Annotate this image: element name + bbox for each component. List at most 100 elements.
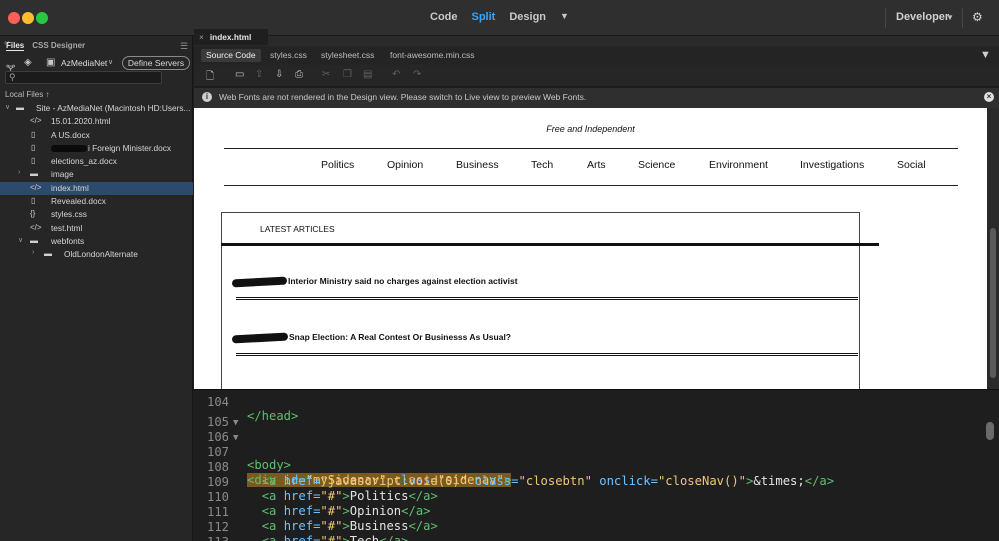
download-icon[interactable]: ⇩ xyxy=(275,69,283,80)
code-line[interactable]: 106 ▼ <body> xyxy=(194,416,999,472)
document-tab[interactable]: × index.html xyxy=(194,29,268,45)
chevron-down-icon[interactable]: ∨ xyxy=(5,103,10,111)
nav-item-science[interactable]: Science xyxy=(638,159,675,171)
code-line[interactable]: 108 <a href="javascript:void(0)" class="… xyxy=(194,446,999,488)
paste-icon[interactable]: ▤ xyxy=(363,69,372,80)
fold-arrow-icon[interactable]: ▼ xyxy=(233,433,238,443)
chevron-down-icon[interactable]: ∨ xyxy=(108,58,113,66)
close-icon[interactable]: × xyxy=(199,32,204,42)
tree-item-file[interactable]: </> test.html xyxy=(0,222,193,235)
nav-item-arts[interactable]: Arts xyxy=(587,159,606,171)
related-file-stylesheet-css[interactable]: stylesheet.css xyxy=(316,49,379,62)
file-search-input[interactable]: ⚲ xyxy=(5,71,162,84)
tree-item-file[interactable]: </> 15.01.2020.html xyxy=(0,115,193,128)
code-line[interactable]: 112 <a href="#">Tech</a> xyxy=(194,506,999,541)
nav-item-tech[interactable]: Tech xyxy=(531,159,553,171)
tree-item-label: styles.css xyxy=(51,209,87,220)
redaction-mark xyxy=(231,332,289,344)
tree-item-file[interactable]: ▯ A US.docx xyxy=(0,129,193,142)
related-file-styles-css[interactable]: styles.css xyxy=(265,49,312,62)
tree-item-site[interactable]: ∨ ▬ Site - AzMediaNet (Macintosh HD:User… xyxy=(0,102,193,115)
tab-css-designer[interactable]: CSS Designer xyxy=(32,41,85,51)
code-line[interactable]: 113 <a href="#">Arts</a> xyxy=(194,521,999,541)
css-file-icon: {} xyxy=(30,209,36,219)
open-folder-icon[interactable]: ▭ xyxy=(235,69,244,80)
tree-item-file[interactable]: ▯ i Foreign Minister.docx xyxy=(0,142,193,155)
tree-item-file-selected[interactable]: </> index.html xyxy=(0,181,193,196)
code-view-button[interactable]: Code xyxy=(430,11,458,23)
zoom-window-button[interactable] xyxy=(36,12,48,24)
close-window-button[interactable] xyxy=(8,12,20,24)
fold-arrow-icon[interactable]: ▼ xyxy=(233,418,238,428)
tree-item-folder[interactable]: › ▬ image xyxy=(0,168,193,181)
info-icon: i xyxy=(202,92,212,102)
chevron-right-icon[interactable]: › xyxy=(18,169,20,176)
document-toolbar: 🗋 ▭ ⇪ ⇩ ⎙ ✂ ❐ ▤ ↶ ↷ xyxy=(194,65,999,87)
site-name-select[interactable]: AzMediaNet xyxy=(61,58,107,68)
code-line[interactable]: 109 <a href="#">Politics</a> xyxy=(194,461,999,503)
minimize-window-button[interactable] xyxy=(22,12,34,24)
tree-item-folder[interactable]: ∨ ▬ webfonts xyxy=(0,235,193,248)
article-headline[interactable]: Snap Election: A Real Contest Or Busines… xyxy=(231,332,511,344)
local-files-header[interactable]: Local Files ↑ xyxy=(5,90,49,99)
code-view[interactable]: 104 </head> 105 106 ▼ <body> 107 ▼ <div … xyxy=(194,389,999,541)
search-icon: ⚲ xyxy=(9,72,16,82)
nav-item-social[interactable]: Social xyxy=(897,159,926,171)
tree-item-label: Revealed.docx xyxy=(51,196,106,207)
tree-item-file[interactable]: ▯ elections_az.docx xyxy=(0,155,193,168)
tree-item-file[interactable]: ▯ Revealed.docx xyxy=(0,195,193,208)
close-icon[interactable]: × xyxy=(984,92,994,102)
divider xyxy=(885,8,886,28)
code-line[interactable]: 111 <a href="#">Business</a> xyxy=(194,491,999,533)
nav-item-business[interactable]: Business xyxy=(456,159,499,171)
print-icon[interactable]: ⎙ xyxy=(295,69,303,80)
related-file-source-code[interactable]: Source Code xyxy=(201,49,261,62)
code-line[interactable]: 104 </head> xyxy=(194,390,999,423)
define-servers-button[interactable]: Define Servers xyxy=(122,56,190,70)
tree-item-label: test.html xyxy=(51,222,83,233)
nav-item-investigations[interactable]: Investigations xyxy=(800,159,864,171)
divider xyxy=(236,353,858,356)
chevron-down-icon[interactable]: ∨ xyxy=(18,236,23,244)
nav-item-environment[interactable]: Environment xyxy=(709,159,768,171)
cut-icon[interactable]: ✂ xyxy=(322,69,330,80)
upload-icon[interactable]: ⇪ xyxy=(255,69,263,80)
redo-icon[interactable]: ↷ xyxy=(413,69,421,80)
undo-icon[interactable]: ↶ xyxy=(392,69,400,80)
new-file-icon[interactable]: 🗋 xyxy=(206,69,214,86)
nav-item-politics[interactable]: Politics xyxy=(321,159,354,171)
split-view-button[interactable]: Split xyxy=(472,11,496,23)
tree-item-label: webfonts xyxy=(51,235,85,246)
title-bar: Code Split Design ▼ Developer ▼ ⚙ xyxy=(0,0,999,36)
chevron-down-icon[interactable]: ▼ xyxy=(560,11,569,23)
filter-icon[interactable]: ▼ xyxy=(980,49,991,61)
tree-item-file[interactable]: {} styles.css xyxy=(0,208,193,221)
design-scrollbar[interactable] xyxy=(987,108,999,389)
article-headline[interactable]: Interior Ministry said no charges agains… xyxy=(231,276,518,288)
panel-menu-icon[interactable]: ☰ xyxy=(180,41,188,52)
info-message: Web Fonts are not rendered in the Design… xyxy=(219,92,587,102)
related-file-font-awesome[interactable]: font-awesome.min.css xyxy=(385,49,480,62)
chevron-right-icon[interactable]: › xyxy=(32,249,34,256)
code-line[interactable]: 110 <a href="#">Opinion</a> xyxy=(194,476,999,518)
folder-icon: ▬ xyxy=(44,249,52,259)
site-tagline: Free and Independent xyxy=(546,124,635,134)
gear-icon[interactable]: ⚙ xyxy=(972,10,983,24)
workspace-menu[interactable]: Developer xyxy=(896,11,949,23)
code-scrollbar-thumb[interactable] xyxy=(986,422,994,440)
chevron-down-icon[interactable]: ▼ xyxy=(946,13,954,22)
copy-icon[interactable]: ❐ xyxy=(343,69,352,80)
document-tab-bar xyxy=(194,36,999,46)
code-line[interactable]: 105 xyxy=(194,401,999,429)
tab-files[interactable]: Files xyxy=(6,41,25,51)
design-view-button[interactable]: Design xyxy=(509,11,546,23)
nav-item-opinion[interactable]: Opinion xyxy=(387,159,423,171)
site-nav: Politics Opinion Business Tech Arts Scie… xyxy=(224,159,958,175)
tree-item-label: elections_az.docx xyxy=(51,156,117,167)
sync-icon[interactable]: ◈ xyxy=(24,57,32,68)
code-line[interactable]: 107 ▼ <div id="mySidenav" class="sidenav… xyxy=(194,431,999,487)
file-tree: ∨ ▬ Site - AzMediaNet (Macintosh HD:User… xyxy=(0,102,193,262)
design-view[interactable]: Free and Independent Politics Opinion Bu… xyxy=(194,108,987,389)
scrollbar-thumb[interactable] xyxy=(990,228,996,378)
tree-item-folder[interactable]: › ▬ OldLondonAlternate xyxy=(0,248,193,261)
